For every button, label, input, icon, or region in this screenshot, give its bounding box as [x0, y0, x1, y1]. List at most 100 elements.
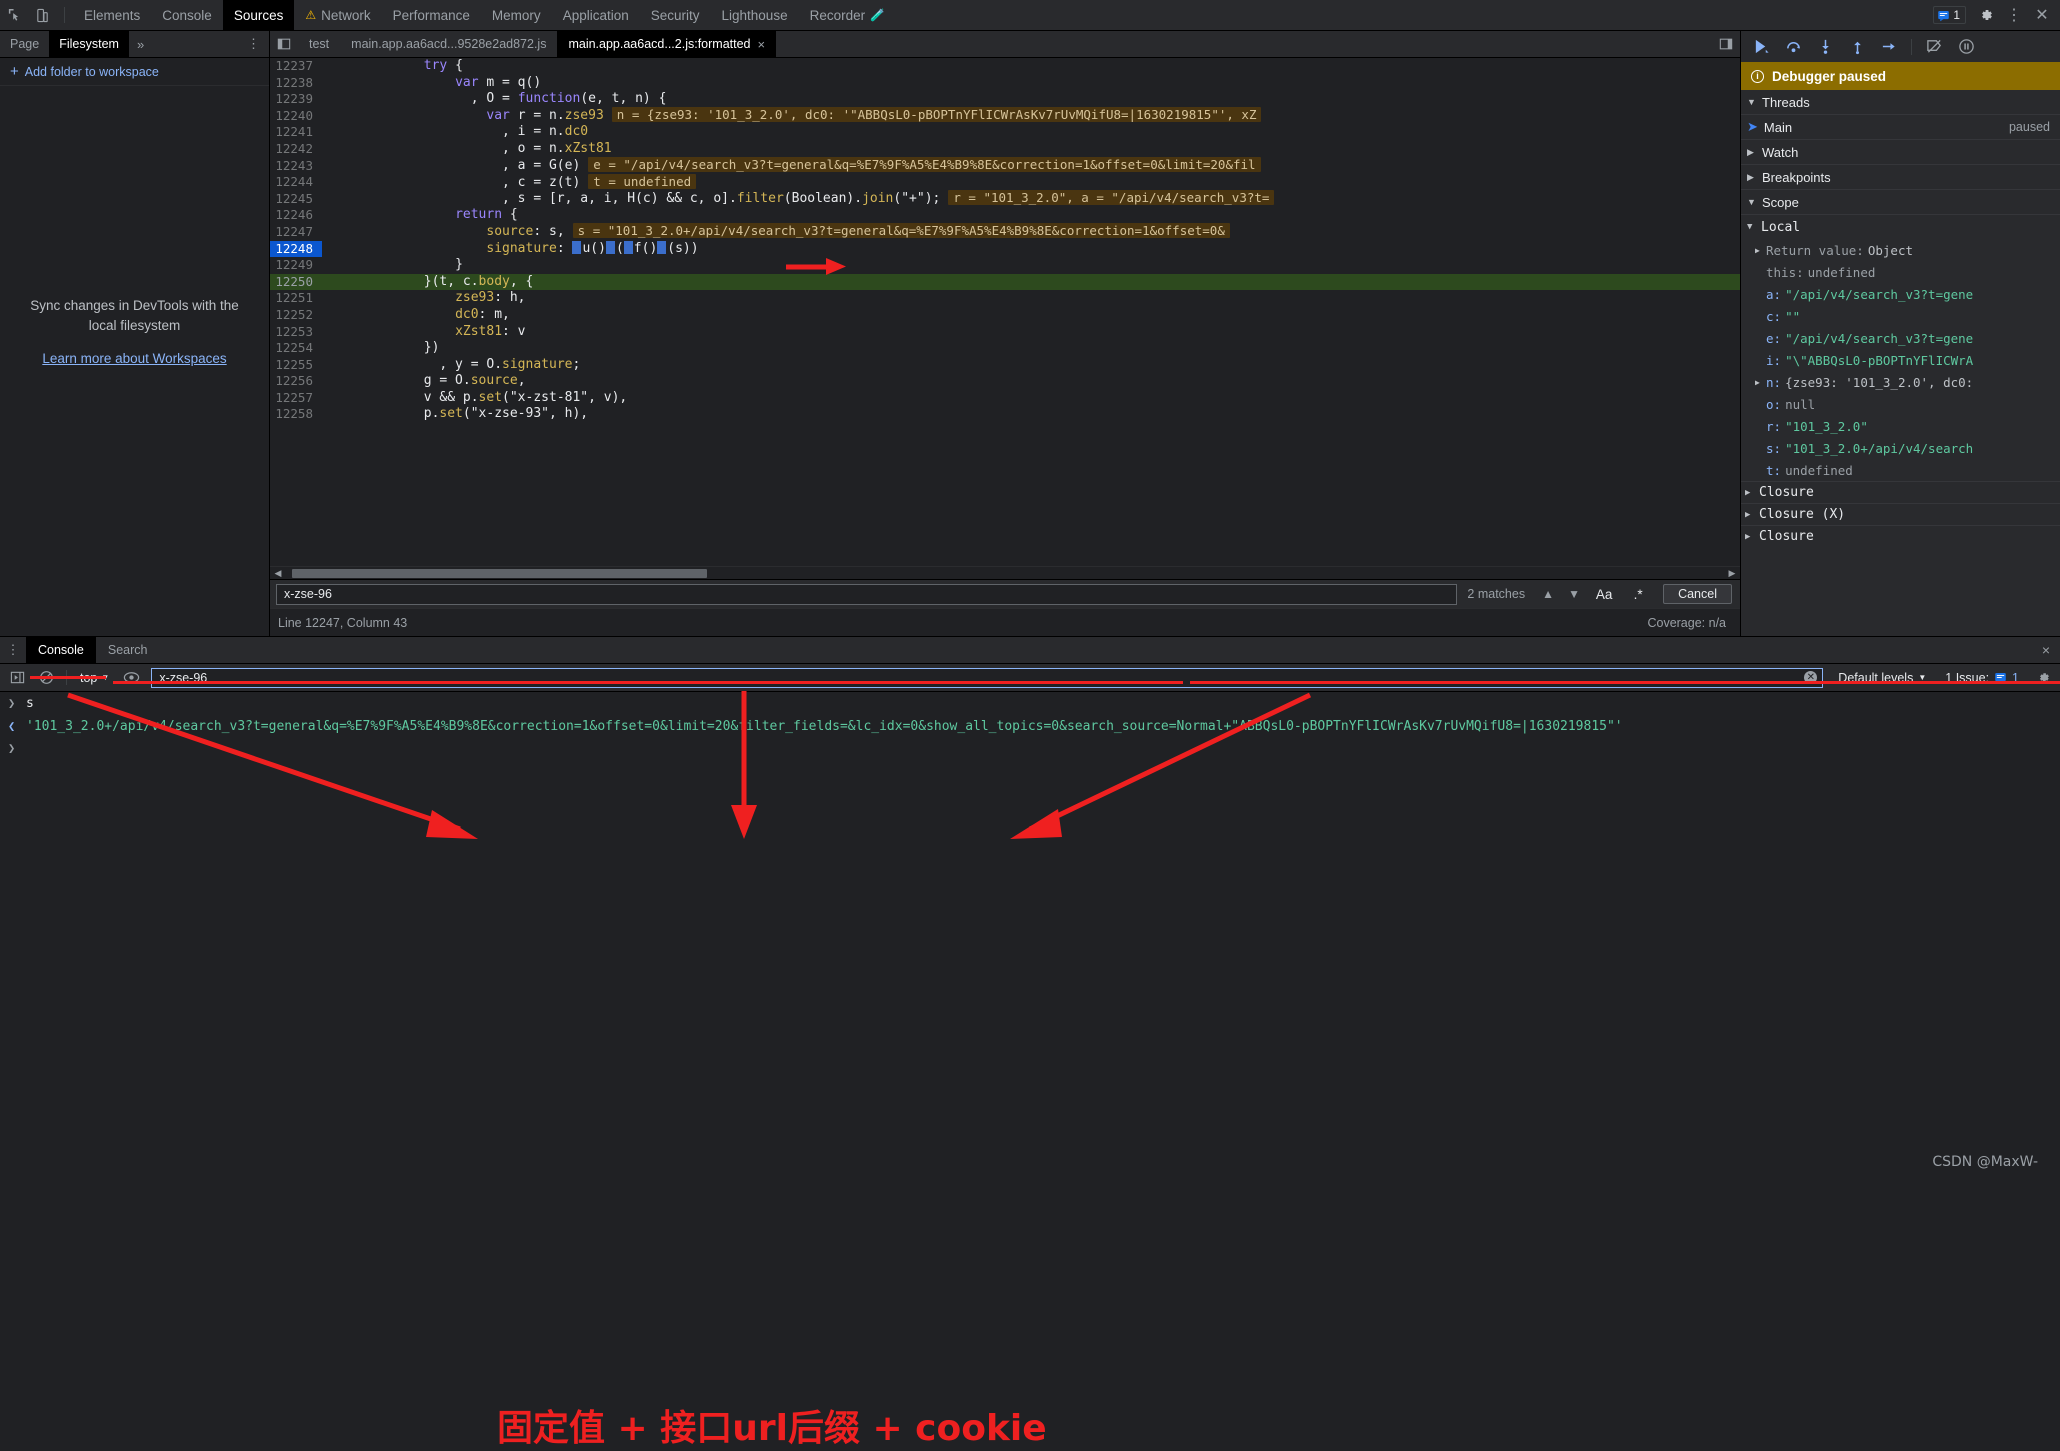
code-line[interactable]: 12248 signature: u()(f() (s)) — [270, 240, 1740, 258]
scope-variable-row[interactable]: o: null — [1741, 393, 2060, 415]
deactivate-breakpoints-icon[interactable] — [1919, 34, 1949, 60]
editor-horizontal-scrollbar[interactable]: ◀ ▶ — [270, 566, 1740, 579]
code-line[interactable]: 12244 , c = z(t) t = undefined — [270, 173, 1740, 191]
line-number[interactable]: 12245 — [270, 191, 322, 208]
console-context-selector[interactable]: top ▼ — [74, 671, 115, 685]
chevron-right-icon[interactable]: ▶ — [1755, 378, 1766, 387]
scope-variable-row[interactable]: c: "" — [1741, 305, 2060, 327]
execute-icon[interactable] — [4, 666, 30, 690]
editor-tab-test[interactable]: test — [298, 31, 340, 58]
line-number[interactable]: 12251 — [270, 290, 322, 307]
find-prev-icon[interactable]: ▲ — [1535, 580, 1561, 609]
editor-tab-main-js-formatted[interactable]: main.app.aa6acd...2.js:formatted × — [557, 30, 777, 58]
line-number[interactable]: 12239 — [270, 91, 322, 108]
inspect-element-icon[interactable] — [0, 0, 28, 31]
code-line[interactable]: 12246 return { — [270, 207, 1740, 224]
panel-tab-application[interactable]: Application — [552, 0, 640, 31]
step-over-icon[interactable] — [1778, 34, 1808, 60]
device-toolbar-icon[interactable] — [28, 0, 56, 31]
drawer-tab-search[interactable]: Search — [96, 637, 160, 664]
console-filter-input[interactable]: x-zse-96 ✕ — [151, 667, 1824, 688]
console-message-badge[interactable]: 1 — [1933, 6, 1966, 24]
scope-closure-row[interactable]: ▶ Closure — [1741, 525, 2060, 547]
line-number[interactable]: 12243 — [270, 158, 322, 175]
line-number[interactable]: 12252 — [270, 307, 322, 324]
section-threads[interactable]: ▼ Threads — [1741, 90, 2060, 115]
console-prompt[interactable]: ❯ — [0, 738, 2060, 758]
panel-tab-sources[interactable]: Sources — [222, 0, 295, 31]
find-cancel-button[interactable]: Cancel — [1663, 584, 1732, 604]
find-next-icon[interactable]: ▼ — [1561, 580, 1587, 609]
panel-tab-elements[interactable]: Elements — [73, 0, 151, 31]
panel-tab-console[interactable]: Console — [151, 0, 223, 31]
match-case-toggle[interactable]: Aa — [1587, 580, 1621, 609]
drawer-menu-icon[interactable]: ⋮ — [0, 642, 26, 658]
code-line[interactable]: 12238 var m = q() — [270, 75, 1740, 92]
line-number[interactable]: 12244 — [270, 174, 322, 191]
scroll-right-icon[interactable]: ▶ — [1726, 567, 1738, 580]
scope-variable-row[interactable]: s: "101_3_2.0+/api/v4/search — [1741, 437, 2060, 459]
line-number[interactable]: 12247 — [270, 224, 322, 241]
code-line[interactable]: 12251 zse93: h, — [270, 290, 1740, 307]
line-number[interactable]: 12248 — [270, 240, 322, 258]
line-number[interactable]: 12238 — [270, 75, 322, 92]
section-scope[interactable]: ▼ Scope — [1741, 190, 2060, 215]
scope-variable-row[interactable]: ▶ n: {zse93: '101_3_2.0', dc0: — [1741, 371, 2060, 393]
line-number[interactable]: 12242 — [270, 141, 322, 158]
scope-closure-row[interactable]: ▶ Closure — [1741, 481, 2060, 503]
chevron-right-icon[interactable]: ▶ — [1755, 246, 1766, 255]
panel-tab-security[interactable]: Security — [640, 0, 711, 31]
code-line[interactable]: 12240 var r = n.zse93 n = {zse93: '101_3_… — [270, 107, 1740, 125]
editor-tab-main-js[interactable]: main.app.aa6acd...9528e2ad872.js — [340, 31, 557, 58]
line-number[interactable]: 12249 — [270, 257, 322, 274]
code-line[interactable]: 12242 , o = n.xZst81 — [270, 141, 1740, 158]
step-into-icon[interactable] — [1810, 34, 1840, 60]
live-expression-icon[interactable] — [118, 666, 144, 690]
scrollbar-thumb[interactable] — [292, 569, 707, 578]
scope-variable-row[interactable]: this: undefined — [1741, 261, 2060, 283]
code-line[interactable]: 12250 }(t, c.body, { — [270, 273, 1740, 291]
code-line[interactable]: 12243 , a = G(e) e = "/api/v4/search_v3?t… — [270, 157, 1740, 175]
code-line[interactable]: 12249 } — [270, 257, 1740, 274]
console-output[interactable]: ❯ s ❮ '101_3_2.0+/api/v4/search_v3?t=gen… — [0, 692, 2060, 1182]
panel-tab-recorder[interactable]: Recorder 🧪 — [799, 0, 896, 31]
console-settings-icon[interactable] — [2030, 666, 2056, 690]
panel-tab-lighthouse[interactable]: Lighthouse — [711, 0, 799, 31]
line-number[interactable]: 12253 — [270, 324, 322, 341]
code-line[interactable]: 12256 g = O.source, — [270, 373, 1740, 390]
panel-tab-performance[interactable]: Performance — [382, 0, 481, 31]
code-line[interactable]: 12247 source: s, s = "101_3_2.0+/api/v4/s… — [270, 223, 1740, 241]
line-number[interactable]: 12250 — [270, 274, 322, 291]
more-options-icon[interactable]: ⋮ — [2000, 1, 2028, 29]
close-icon[interactable]: × — [758, 37, 766, 52]
drawer-tab-console[interactable]: Console — [26, 636, 96, 664]
scope-variable-row[interactable]: r: "101_3_2.0" — [1741, 415, 2060, 437]
thread-row-main[interactable]: ➤ Main paused — [1741, 115, 2060, 140]
code-line[interactable]: 12252 dc0: m, — [270, 307, 1740, 324]
panel-tab-network[interactable]: ⚠ Network — [294, 0, 381, 31]
section-watch[interactable]: ▶ Watch — [1741, 140, 2060, 165]
code-line[interactable]: 12241 , i = n.dc0 — [270, 124, 1740, 141]
step-out-icon[interactable] — [1842, 34, 1872, 60]
code-editor[interactable]: 12237 try {12238 var m = q() 12239 , O = … — [270, 58, 1740, 566]
code-line[interactable]: 12258 p.set("x-zse-93", h), — [270, 406, 1740, 423]
console-log-levels-selector[interactable]: Default levels ▼ — [1830, 671, 1934, 685]
line-number[interactable]: 12258 — [270, 406, 322, 423]
gear-icon[interactable] — [1972, 1, 2000, 29]
scroll-left-icon[interactable]: ◀ — [272, 567, 284, 580]
scope-variable-row[interactable]: ▶ Return value: Object — [1741, 239, 2060, 261]
resume-icon[interactable] — [1746, 34, 1776, 60]
scope-variable-row[interactable]: i: "\"ABBQsL0-pBOPTnYFlICWrA — [1741, 349, 2060, 371]
section-breakpoints[interactable]: ▶ Breakpoints — [1741, 165, 2060, 190]
line-number[interactable]: 12237 — [270, 58, 322, 75]
scope-closure-row[interactable]: ▶ Closure (X) — [1741, 503, 2060, 525]
line-number[interactable]: 12256 — [270, 373, 322, 390]
step-icon[interactable] — [1874, 34, 1904, 60]
code-line[interactable]: 12237 try { — [270, 58, 1740, 75]
regex-toggle[interactable]: .* — [1621, 580, 1655, 609]
show-debugger-sidebar-icon[interactable] — [1712, 31, 1740, 58]
code-line[interactable]: 12255 , y = O.signature; — [270, 357, 1740, 374]
line-number[interactable]: 12246 — [270, 207, 322, 224]
panel-tab-memory[interactable]: Memory — [481, 0, 552, 31]
clear-filter-icon[interactable]: ✕ — [1804, 671, 1818, 684]
